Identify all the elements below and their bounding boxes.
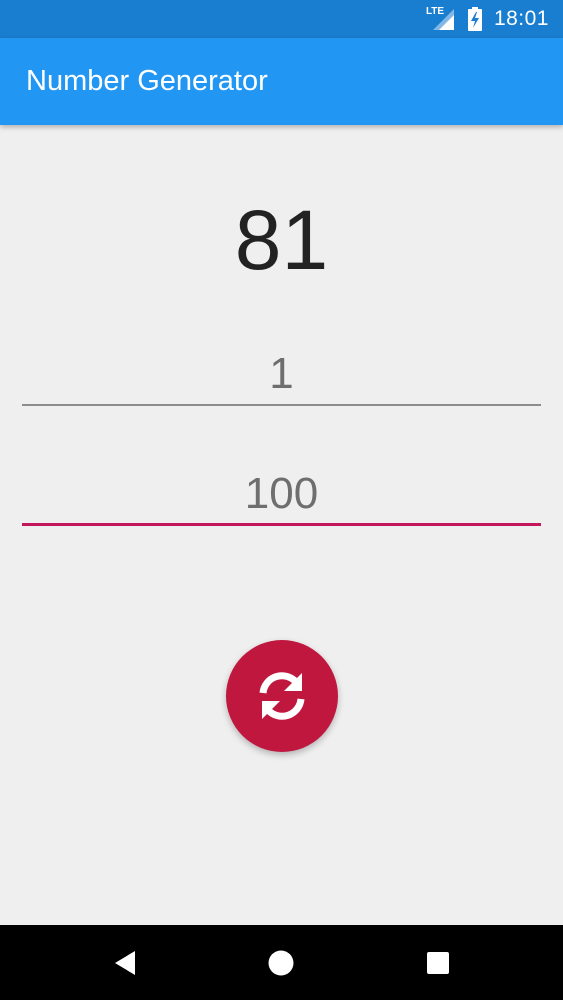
app-title: Number Generator: [26, 65, 268, 97]
recents-icon: [427, 951, 449, 974]
nav-recents-button[interactable]: [408, 925, 468, 1000]
max-input-underline: [22, 523, 541, 526]
status-bar: LTE 18:01: [0, 0, 563, 38]
status-icons: LTE 18:01: [426, 0, 549, 38]
generated-number: 81: [234, 193, 329, 287]
min-field-container: [22, 344, 541, 406]
nav-home-button[interactable]: [251, 925, 311, 1000]
battery-charging-icon: [467, 7, 482, 31]
app-bar: Number Generator: [0, 38, 563, 125]
back-icon: [115, 950, 135, 975]
nav-back-button[interactable]: [95, 925, 155, 1000]
max-field-container: [22, 464, 541, 526]
navigation-bar: [0, 925, 563, 1000]
status-time: 18:01: [493, 7, 549, 30]
min-value-input[interactable]: [22, 344, 541, 404]
generate-button[interactable]: [226, 640, 338, 752]
signal-icon: LTE: [426, 7, 456, 31]
home-icon: [268, 950, 294, 975]
refresh-icon: [259, 672, 305, 720]
min-input-underline: [22, 404, 541, 406]
max-value-input[interactable]: [22, 464, 541, 524]
